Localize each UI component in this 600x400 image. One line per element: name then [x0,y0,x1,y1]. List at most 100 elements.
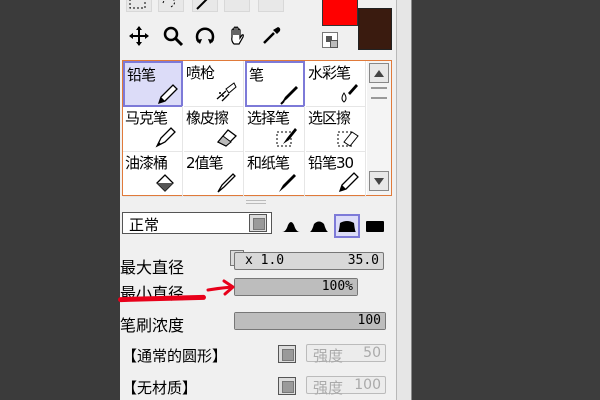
max-size-multiplier: x 1.0 [245,253,285,268]
zoom-tool[interactable] [160,24,186,48]
washi-pen-icon [279,174,296,192]
brush-shape-value: 【通常的圆形】 [122,347,228,365]
binary-pen-icon [217,173,236,193]
brush-label: 2值笔 [186,154,224,172]
brush-label: 铅笔 [127,66,156,84]
pen-icon [280,86,298,105]
background-color-swatch[interactable] [358,8,392,50]
scroll-up-button[interactable] [369,63,389,83]
brush-label: 喷枪 [186,64,215,82]
move-tool[interactable] [126,24,152,48]
brush-cell[interactable]: 铅笔 [123,61,183,107]
blend-mode-value: 正常 [129,216,160,234]
brush-grid: 铅笔 喷枪 笔 水彩笔马克笔 橡皮擦 选择笔 选区擦油漆桶 2值笔 和纸笔 铅笔30 [123,61,366,197]
empty-tool-slot [224,0,250,12]
soft-edge-icon [282,222,300,232]
brush-label: 笔 [249,66,264,84]
marquee-icon [129,0,146,9]
eyedropper-tool[interactable] [258,24,284,48]
rotate-icon [195,27,215,44]
brush-texture-select[interactable]: 【无材质】 [122,376,300,398]
max-size-value: 35.0 [347,253,379,268]
blend-mode-dropdown-button[interactable] [249,214,267,232]
brush-texture-dropdown-button[interactable] [278,377,296,395]
shape-strength-value: 50 [363,345,381,361]
marker-icon [155,127,176,148]
hand-tool[interactable] [224,24,250,48]
select-pen-icon [276,128,297,147]
swap-colors-icon[interactable] [322,32,338,48]
watercolor-icon [341,84,358,103]
triangle-up-icon [374,70,384,77]
max-size-slider[interactable]: x 1.0 35.0 [234,252,384,270]
brush-cell[interactable]: 和纸笔 [245,151,305,197]
density-value: 100 [357,313,381,328]
zoom-icon [163,26,184,47]
brush-cell[interactable]: 喷枪 [184,61,244,107]
annotation-arrow-icon [206,279,235,296]
rotate-tool[interactable] [192,24,218,48]
brush-cell[interactable]: 2值笔 [184,151,244,197]
brush-texture-value: 【无材质】 [122,379,198,397]
brush-label: 油漆桶 [125,154,168,172]
pencil-icon [157,84,178,105]
brush-edge-soft-button[interactable] [278,214,304,238]
brush-edge-medium-button[interactable] [306,214,332,238]
brush-grid-panel: 铅笔 喷枪 笔 水彩笔马克笔 橡皮擦 选择笔 选区擦油漆桶 2值笔 和纸笔 铅笔30 [122,60,392,197]
empty-tool-slot [258,0,284,12]
brush-scrollbar[interactable] [367,61,391,195]
min-size-value: 100% [321,279,353,294]
texture-strength-label: 强度 [313,379,344,397]
triangle-down-icon [374,178,384,185]
panel-divider[interactable] [396,0,412,400]
brush-cell[interactable]: 选择笔 [245,106,305,152]
max-size-label: 最大直径 [120,258,185,277]
blend-mode-select[interactable]: 正常 [122,212,272,234]
scroll-thumb[interactable] [371,87,387,99]
brush-cell[interactable]: 马克笔 [123,106,183,152]
brush-label: 马克笔 [125,109,168,127]
brush-cell[interactable]: 油漆桶 [123,151,183,197]
magic-wand-tool[interactable] [192,0,218,12]
brush-shape-dropdown-button[interactable] [278,345,296,363]
brush-cell[interactable]: 笔 [245,61,305,107]
density-label: 笔刷浓度 [120,316,185,335]
brush-label: 铅笔30 [308,154,354,172]
lasso-icon [162,0,176,8]
scroll-down-button[interactable] [369,171,389,191]
shape-strength-slider[interactable]: 强度 50 [306,344,386,365]
pencil-icon [338,172,359,193]
tool-panel: 铅笔 喷枪 笔 水彩笔马克笔 橡皮擦 选择笔 选区擦油漆桶 2值笔 和纸笔 铅笔30 正常 最大直… [120,0,396,400]
brush-edge-solid-button[interactable] [362,214,388,238]
solid-edge-icon [366,221,384,232]
brush-cell[interactable]: 选区擦 [306,106,366,152]
medium-edge-icon [310,221,328,232]
texture-strength-slider[interactable]: 强度 100 [306,376,386,397]
magic-wand-icon [196,0,208,10]
foreground-color-swatch[interactable] [322,0,358,26]
panel-grip[interactable] [246,200,266,204]
brush-cell[interactable]: 水彩笔 [306,61,366,107]
brush-cell[interactable]: 橡皮擦 [184,106,244,152]
marquee-tool[interactable] [126,0,152,12]
select-eraser-icon [337,131,359,147]
brush-edge-hard-button[interactable] [334,214,360,238]
bucket-icon [156,174,174,192]
texture-strength-value: 100 [354,377,381,393]
lasso-tool[interactable] [158,0,184,12]
airbrush-icon [216,82,237,102]
canvas-area-right [412,0,600,400]
density-slider[interactable]: 100 [234,312,386,330]
brush-label: 和纸笔 [247,154,290,172]
hard-edge-icon [338,221,356,232]
min-size-slider[interactable]: 100% [234,278,358,296]
eyedropper-icon [263,27,281,44]
eraser-icon [216,129,237,147]
brush-shape-select[interactable]: 【通常的圆形】 [122,344,300,366]
brush-label: 选区擦 [308,109,351,127]
brush-cell[interactable]: 铅笔30 [306,151,366,197]
brush-label: 橡皮擦 [186,109,229,127]
shape-strength-label: 强度 [313,347,344,365]
brush-label: 水彩笔 [308,64,351,82]
move-icon [129,26,149,46]
